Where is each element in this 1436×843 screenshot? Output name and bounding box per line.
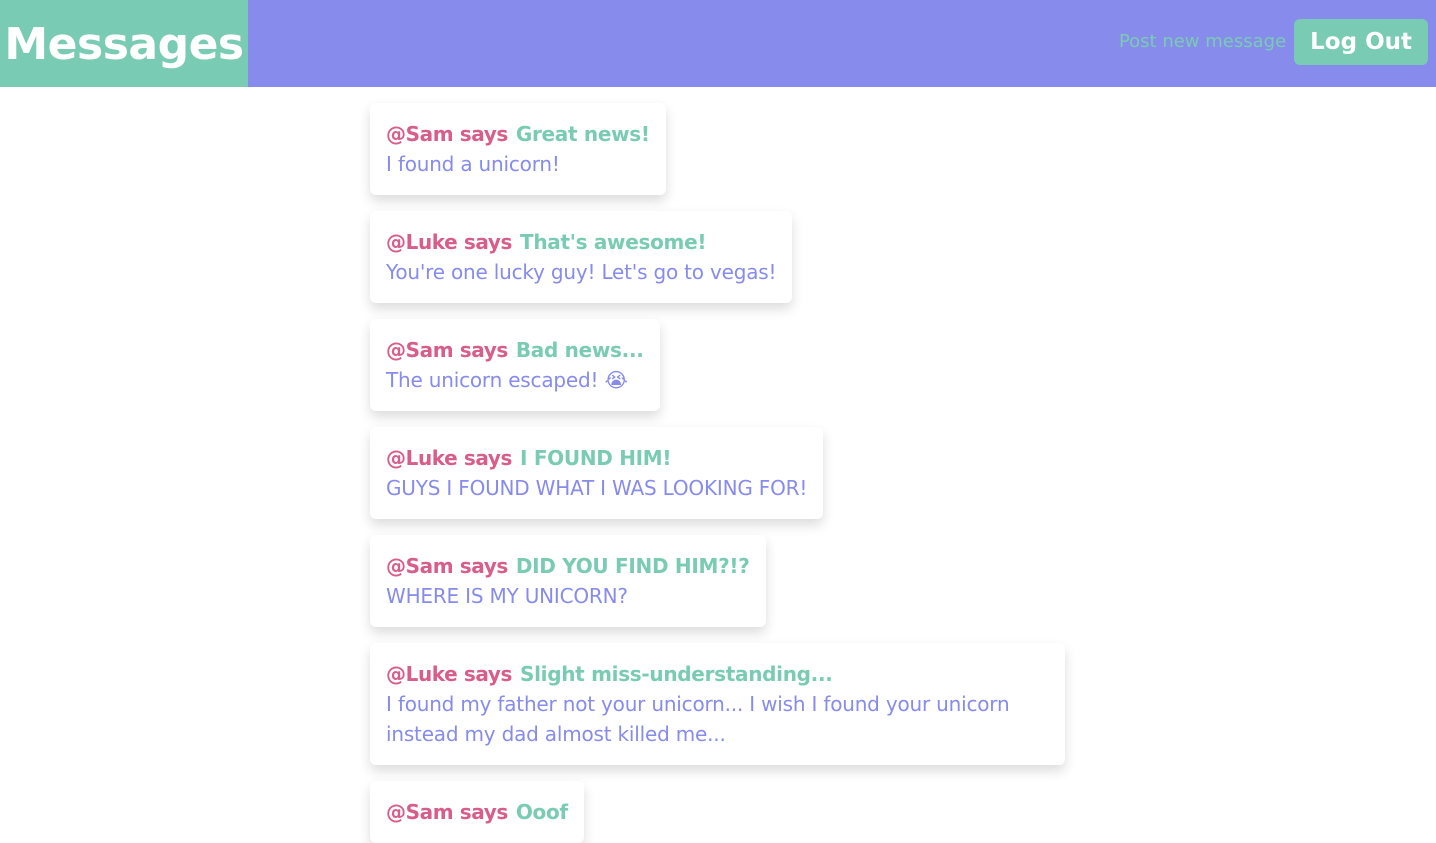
top-navigation-bar: Messages Post new message Log Out xyxy=(0,0,1436,87)
message-subject: Great news! xyxy=(515,122,650,146)
message-subject: That's awesome! xyxy=(520,230,707,254)
message-card: @Sam says Ooof xyxy=(370,781,584,843)
message-subject: Slight miss-understanding... xyxy=(520,662,833,686)
message-card: @Luke says That's awesome! You're one lu… xyxy=(370,211,793,303)
log-out-button[interactable]: Log Out xyxy=(1294,19,1428,65)
page-title: Messages xyxy=(4,18,244,70)
message-feed: @Sam says Great news! I found a unicorn!… xyxy=(370,103,1130,843)
post-new-message-link[interactable]: Post new message xyxy=(1119,33,1286,51)
message-author: @Luke says xyxy=(386,230,513,254)
message-card: @Sam says Great news! I found a unicorn! xyxy=(370,103,666,195)
message-header: @Sam says Ooof xyxy=(386,798,568,826)
message-body: You're one lucky guy! Let's go to vegas! xyxy=(386,260,777,284)
message-header: @Sam says DID YOU FIND HIM?!? xyxy=(386,552,750,580)
message-body: GUYS I FOUND WHAT I WAS LOOKING FOR! xyxy=(386,476,808,500)
message-card: @Sam says DID YOU FIND HIM?!? WHERE IS M… xyxy=(370,535,766,627)
message-header: @Luke says I FOUND HIM! xyxy=(386,444,807,472)
brand-panel: Messages xyxy=(0,0,248,87)
message-author: @Sam says xyxy=(386,554,508,578)
header-actions: Post new message Log Out xyxy=(1119,19,1428,65)
message-card: @Sam says Bad news... The unicorn escape… xyxy=(370,319,660,411)
message-header: @Sam says Bad news... xyxy=(386,336,644,364)
message-header: @Luke says Slight miss-understanding... xyxy=(386,660,1049,688)
message-author: @Sam says xyxy=(386,122,508,146)
message-body: I found my father not your unicorn... I … xyxy=(386,692,1010,746)
message-author: @Luke says xyxy=(386,446,513,470)
message-body: I found a unicorn! xyxy=(386,152,560,176)
message-subject: Bad news... xyxy=(515,338,644,362)
message-subject: I FOUND HIM! xyxy=(520,446,672,470)
message-header: @Luke says That's awesome! xyxy=(386,228,776,256)
message-header: @Sam says Great news! xyxy=(386,120,650,148)
message-body: The unicorn escaped! 😭 xyxy=(386,368,628,392)
message-author: @Sam says xyxy=(386,338,508,362)
message-subject: DID YOU FIND HIM?!? xyxy=(515,554,750,578)
message-author: @Sam says xyxy=(386,800,508,824)
message-card: @Luke says Slight miss-understanding... … xyxy=(370,643,1065,765)
message-card: @Luke says I FOUND HIM! GUYS I FOUND WHA… xyxy=(370,427,824,519)
message-body: WHERE IS MY UNICORN? xyxy=(386,584,628,608)
message-author: @Luke says xyxy=(386,662,513,686)
message-subject: Ooof xyxy=(515,800,568,824)
